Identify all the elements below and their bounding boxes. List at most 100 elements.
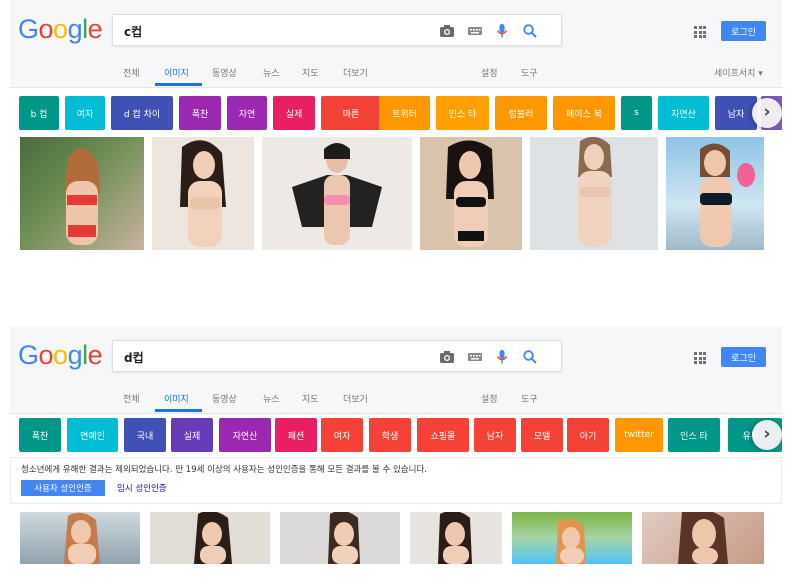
chip[interactable]: twitter bbox=[615, 418, 663, 452]
chip[interactable]: 트위터 bbox=[379, 96, 430, 130]
search-icon[interactable] bbox=[522, 23, 538, 39]
chip[interactable]: 쇼핑몰 bbox=[417, 418, 469, 452]
chip[interactable]: 여자 bbox=[65, 96, 105, 130]
tab-news[interactable]: 뉴스 bbox=[263, 66, 280, 79]
image-result[interactable] bbox=[280, 512, 400, 564]
chip[interactable]: 국내 bbox=[124, 418, 166, 452]
chip[interactable]: b 컵 bbox=[19, 96, 59, 130]
tab-all[interactable]: 전체 bbox=[123, 392, 140, 405]
chip[interactable]: d 컵 차이 bbox=[111, 96, 173, 130]
chip[interactable]: 페이스 북 bbox=[553, 96, 615, 130]
chip-label: 아기 bbox=[579, 431, 597, 442]
image-result[interactable] bbox=[642, 512, 764, 564]
tab-settings[interactable]: 설정 bbox=[481, 66, 498, 79]
image-result[interactable] bbox=[410, 512, 502, 564]
google-logo[interactable]: Google bbox=[18, 340, 103, 371]
chip[interactable]: 폭찬 bbox=[19, 418, 61, 452]
chip[interactable]: 모델 bbox=[521, 418, 563, 452]
login-button[interactable]: 로그인 bbox=[721, 21, 766, 41]
tab-tools[interactable]: 도구 bbox=[521, 66, 538, 79]
chip[interactable]: 실제 bbox=[171, 418, 213, 452]
tab-images[interactable]: 이미지 bbox=[164, 392, 189, 405]
keyboard-icon[interactable] bbox=[467, 349, 483, 365]
image-result[interactable] bbox=[262, 137, 412, 250]
image-result[interactable] bbox=[152, 137, 254, 250]
chip[interactable]: 마른 bbox=[321, 96, 381, 130]
search-icon[interactable] bbox=[522, 349, 538, 365]
adult-verify-button[interactable]: 사용자 성인인증 bbox=[21, 480, 105, 496]
chip[interactable]: 연예인 bbox=[67, 418, 118, 452]
chip[interactable]: 학생 bbox=[369, 418, 411, 452]
chip[interactable]: 폭찬 bbox=[179, 96, 221, 130]
apps-grid-icon[interactable] bbox=[694, 352, 706, 364]
tab-more[interactable]: 더보기 bbox=[343, 392, 368, 405]
safesearch-dropdown[interactable]: 세이프서치 ▾ bbox=[714, 66, 763, 79]
chip-label: 인스 타 bbox=[448, 109, 477, 120]
tab-maps[interactable]: 지도 bbox=[302, 392, 319, 405]
image-result[interactable] bbox=[150, 512, 270, 564]
image-result[interactable] bbox=[530, 137, 658, 250]
chip[interactable]: 남자 bbox=[715, 96, 757, 130]
logo-letter: o bbox=[38, 340, 54, 370]
chip[interactable]: 자연산 bbox=[219, 418, 271, 452]
chip[interactable]: 패션 bbox=[275, 418, 317, 452]
camera-icon[interactable] bbox=[439, 23, 455, 39]
tab-maps[interactable]: 지도 bbox=[302, 66, 319, 79]
chip[interactable]: 자연 bbox=[227, 96, 267, 130]
image-result[interactable] bbox=[512, 512, 632, 564]
temporary-verify-link[interactable]: 임시 성인인증 bbox=[117, 482, 167, 494]
chip[interactable]: 인스 타 bbox=[436, 96, 489, 130]
image-result[interactable] bbox=[420, 137, 522, 250]
tab-settings[interactable]: 설정 bbox=[481, 392, 498, 405]
chips-next-button[interactable]: › bbox=[752, 420, 782, 450]
logo-letter: G bbox=[18, 14, 39, 44]
chip-label: 남자 bbox=[486, 431, 504, 442]
chip[interactable]: s bbox=[621, 96, 652, 130]
image-result[interactable] bbox=[20, 137, 144, 250]
login-button[interactable]: 로그인 bbox=[721, 347, 766, 367]
apps-grid-icon[interactable] bbox=[694, 26, 706, 38]
microphone-icon[interactable] bbox=[494, 23, 510, 39]
chip-label: 인스 타 bbox=[680, 431, 708, 442]
chip-label: 모델 bbox=[533, 431, 551, 442]
chips-next-button[interactable]: › bbox=[752, 98, 782, 128]
chip[interactable]: 여자 bbox=[321, 418, 363, 452]
tab-videos[interactable]: 동영상 bbox=[212, 66, 237, 79]
image-result[interactable] bbox=[20, 512, 140, 564]
tab-news[interactable]: 뉴스 bbox=[263, 392, 280, 405]
chip[interactable]: 남자 bbox=[474, 418, 516, 452]
chip-label: d 컵 차이 bbox=[123, 109, 161, 120]
tab-tools[interactable]: 도구 bbox=[521, 392, 538, 405]
chip-label: 실제 bbox=[285, 109, 303, 120]
search-input[interactable]: c컵 bbox=[112, 14, 562, 46]
tab-videos[interactable]: 동영상 bbox=[212, 392, 237, 405]
image-thumbnail bbox=[556, 518, 586, 564]
search-input[interactable]: d컵 bbox=[112, 340, 562, 372]
chip[interactable]: 실제 bbox=[273, 96, 315, 130]
chip[interactable]: 자연산 bbox=[658, 96, 709, 130]
google-logo[interactable]: Google bbox=[18, 14, 103, 45]
logo-letter: o bbox=[53, 340, 68, 370]
chip-label: 폭찬 bbox=[191, 109, 209, 120]
safesearch-notice: 청소년에게 유해한 결과는 제외되었습니다. 만 19세 이상의 사용자는 성인… bbox=[10, 457, 782, 504]
camera-icon[interactable] bbox=[439, 349, 455, 365]
chip[interactable]: 아기 bbox=[567, 418, 609, 452]
tab-images[interactable]: 이미지 bbox=[164, 66, 189, 79]
search-query[interactable]: d컵 bbox=[124, 349, 144, 366]
tab-all[interactable]: 전체 bbox=[123, 66, 140, 79]
image-result[interactable] bbox=[666, 137, 764, 250]
search-header: Google d컵 로그인 전체 이미지 동영상 뉴스 지도 더보기 설정 도구 bbox=[10, 326, 782, 414]
chip-label: s bbox=[634, 108, 639, 118]
chip[interactable]: 텀블러 bbox=[495, 96, 547, 130]
image-thumbnail bbox=[180, 140, 226, 247]
tab-more[interactable]: 더보기 bbox=[343, 66, 368, 79]
chip-label: 폭찬 bbox=[31, 431, 49, 442]
search-header: Google c컵 로그인 전체 이미지 동영상 뉴스 지도 더보기 설정 도구… bbox=[10, 0, 782, 88]
related-chips-row: b 컵 여자 d 컵 차이 폭찬 자연 실제 마른 트위터 인스 타 텀블러 페… bbox=[19, 96, 782, 130]
chip[interactable]: 인스 타 bbox=[668, 418, 720, 452]
search-query[interactable]: c컵 bbox=[124, 23, 142, 40]
logo-letter: g bbox=[67, 14, 83, 44]
microphone-icon[interactable] bbox=[494, 349, 510, 365]
keyboard-icon[interactable] bbox=[467, 23, 483, 39]
image-thumbnail bbox=[64, 512, 100, 564]
